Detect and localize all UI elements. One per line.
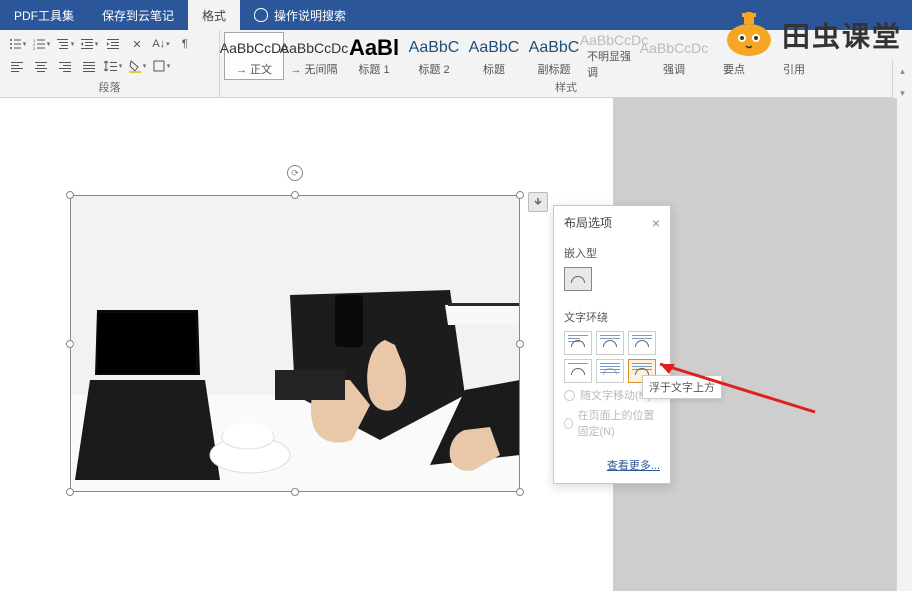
style-不明显强调[interactable]: AaBbCcDc不明显强调 <box>584 32 644 80</box>
indent-increase-button[interactable] <box>102 34 124 54</box>
wrap-square-option[interactable] <box>564 331 592 355</box>
align-right-button[interactable] <box>54 56 76 76</box>
search-placeholder: 操作说明搜索 <box>274 7 346 24</box>
style-标题[interactable]: AaBbC标题 <box>464 32 524 80</box>
tab-format[interactable]: 格式 <box>188 0 240 30</box>
styles-label: 样式 <box>220 79 912 95</box>
justify-button[interactable] <box>78 56 100 76</box>
borders-button[interactable] <box>150 56 172 76</box>
lightbulb-icon <box>254 8 268 22</box>
style-标题 2[interactable]: AaBbC标题 2 <box>404 32 464 80</box>
style-标题 1[interactable]: AaBl标题 1 <box>344 32 404 80</box>
watermark-text: 田虫课堂 <box>782 15 902 55</box>
wrap-behind-option[interactable] <box>596 359 624 383</box>
resize-handle-br[interactable] <box>516 488 524 496</box>
rotate-handle[interactable]: ⟳ <box>287 165 303 181</box>
style-强调[interactable]: AaBbCcDc强调 <box>644 32 704 80</box>
resize-handle-mr[interactable] <box>516 340 524 348</box>
layout-options-panel: 布局选项 × 嵌入型 文字环绕 随文字移动(M) 在页面上的位置固定(N) 查看… <box>553 205 671 484</box>
watermark-logo-icon <box>724 10 774 60</box>
line-spacing-button[interactable] <box>102 56 124 76</box>
text-direction-button[interactable]: ✕ <box>126 34 148 54</box>
wrap-through-option[interactable] <box>628 331 656 355</box>
wrap-topbottom-option[interactable] <box>564 359 592 383</box>
selected-image[interactable]: ⟳ <box>70 195 520 492</box>
style-→ 无间隔[interactable]: AaBbCcDc→ 无间隔 <box>284 32 344 80</box>
show-marks-button[interactable]: ¶ <box>174 34 196 54</box>
paragraph-group: 123 ✕ A↓ ¶ 段落 <box>0 30 220 97</box>
bullets-button[interactable] <box>6 34 28 54</box>
wrap-label: 文字环绕 <box>564 309 660 325</box>
resize-handle-bc[interactable] <box>291 488 299 496</box>
align-left-button[interactable] <box>6 56 28 76</box>
resize-handle-ml[interactable] <box>66 340 74 348</box>
wrap-tight-option[interactable] <box>596 331 624 355</box>
resize-handle-tl[interactable] <box>66 191 74 199</box>
svg-text:3: 3 <box>33 46 36 51</box>
wrap-front-tooltip: 浮于文字上方 <box>642 375 722 399</box>
selection-border <box>70 195 520 492</box>
vertical-scrollbar-area[interactable] <box>896 98 912 591</box>
indent-decrease-button[interactable] <box>78 34 100 54</box>
inline-label: 嵌入型 <box>564 245 660 261</box>
layout-options-launcher[interactable] <box>528 192 548 212</box>
paragraph-label: 段落 <box>0 79 219 95</box>
see-more-link[interactable]: 查看更多... <box>607 460 660 472</box>
tab-save-cloud[interactable]: 保存到云笔记 <box>88 0 188 30</box>
layout-panel-title: 布局选项 <box>564 214 612 231</box>
numbering-button[interactable]: 123 <box>30 34 52 54</box>
tell-me-search[interactable]: 操作说明搜索 <box>240 0 360 30</box>
fixed-position-radio[interactable]: 在页面上的位置固定(N) <box>564 407 660 439</box>
style-副标题[interactable]: AaBbC副标题 <box>524 32 584 80</box>
resize-handle-tc[interactable] <box>291 191 299 199</box>
shading-button[interactable] <box>126 56 148 76</box>
align-center-button[interactable] <box>30 56 52 76</box>
sort-button[interactable]: A↓ <box>150 34 172 54</box>
resize-handle-tr[interactable] <box>516 191 524 199</box>
resize-handle-bl[interactable] <box>66 488 74 496</box>
wrap-inline-option[interactable] <box>564 267 592 291</box>
multilevel-button[interactable] <box>54 34 76 54</box>
watermark: 田虫课堂 <box>724 10 902 60</box>
style-→ 正文[interactable]: AaBbCcDc→ 正文 <box>224 32 284 80</box>
tab-pdf-tools[interactable]: PDF工具集 <box>0 0 88 30</box>
close-icon[interactable]: × <box>652 215 660 231</box>
